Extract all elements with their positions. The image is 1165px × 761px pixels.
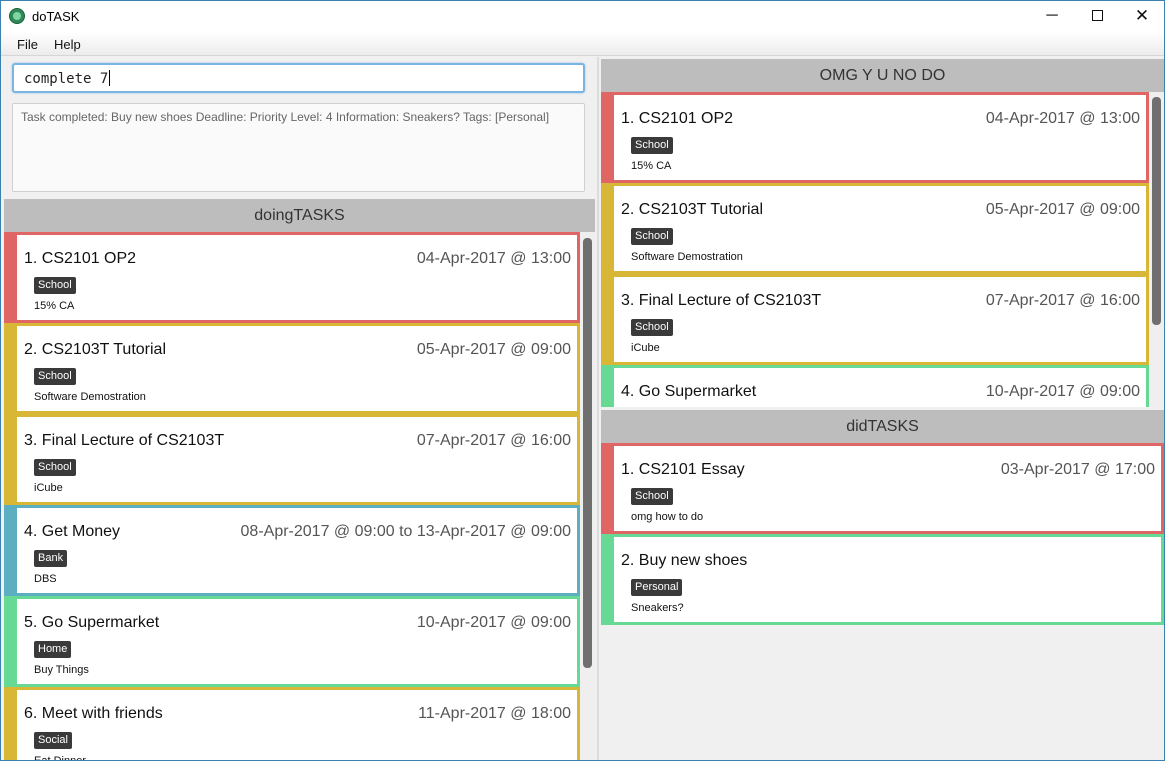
result-text: Task completed: Buy new shoes Deadline: … [21,110,550,124]
task-date: 04-Apr-2017 @ 13:00 [985,110,1140,127]
task-info: 15% CA [631,160,672,172]
task-date: 07-Apr-2017 @ 16:00 [985,292,1140,309]
task-date: 05-Apr-2017 @ 09:00 [416,341,571,358]
task-tag: Social [34,732,72,749]
maximize-button[interactable] [1074,1,1120,32]
app-logo-icon [9,8,25,24]
task-card[interactable]: 6. Meet with friends 11-Apr-2017 @ 18:00 S… [4,687,580,761]
overdue-tasks-scroll-thumb[interactable] [1152,97,1161,325]
task-title: 3. Final Lecture of CS2103T [621,292,822,309]
task-tag: School [34,459,76,476]
overdue-tasks-list[interactable]: 1. CS2101 OP2 04-Apr-2017 @ 13:00 School 15… [601,92,1149,407]
menu-help[interactable]: Help [54,37,81,52]
task-title: 1. CS2101 OP2 [24,250,137,267]
task-tag: School [631,488,673,505]
doing-tasks-header: doingTASKS [4,199,595,232]
task-card[interactable]: 2. Buy new shoes Personal Sneakers? [601,534,1164,625]
task-info: iCube [631,342,660,354]
minimize-button[interactable]: ─ [1029,1,1075,32]
task-title: 4. Go Supermarket [621,383,757,400]
task-info: Software Demostration [34,391,146,403]
menu-file[interactable]: File [17,37,38,52]
task-info: 15% CA [34,300,75,312]
app-window: doTASK ─ ✕ File Help complete 7 Task com… [0,0,1165,761]
task-info: DBS [34,573,57,585]
task-card[interactable]: 5. Go Supermarket 10-Apr-2017 @ 09:00 Home… [4,596,580,687]
maximize-icon [1091,10,1103,22]
task-date: 08-Apr-2017 @ 09:00 to 13-Apr-2017 @ 09:… [240,523,571,540]
task-title: 3. Final Lecture of CS2103T [24,432,225,449]
task-title: 5. Go Supermarket [24,614,160,631]
task-info: Sneakers? [631,602,684,614]
did-tasks-list[interactable]: 1. CS2101 Essay 03-Apr-2017 @ 17:00 School… [601,443,1164,760]
task-card[interactable]: 1. CS2101 OP2 04-Apr-2017 @ 13:00 School 15… [4,232,580,323]
doing-tasks-list[interactable]: 1. CS2101 OP2 04-Apr-2017 @ 13:00 School 15… [4,232,580,761]
task-date: 11-Apr-2017 @ 18:00 [418,705,571,722]
task-date: 10-Apr-2017 @ 09:00 [416,614,571,631]
task-tag: School [34,277,76,294]
task-title: 2. CS2103T Tutorial [24,341,167,358]
task-card[interactable]: 3. Final Lecture of CS2103T 07-Apr-2017 @… [601,274,1149,365]
task-tag: School [631,137,673,154]
close-button[interactable]: ✕ [1119,1,1164,32]
task-title: 2. Buy new shoes [621,552,748,569]
task-tag: Bank [34,550,68,567]
task-tag: Personal [631,579,683,596]
task-card[interactable]: 1. CS2101 OP2 04-Apr-2017 @ 13:00 School 15… [601,92,1149,183]
overdue-tasks-header: OMG Y U NO DO [601,59,1164,92]
title-bar: doTASK ─ ✕ [1,1,1164,32]
task-title: 1. CS2101 Essay [621,461,745,478]
task-info: Software Demostration [631,251,743,263]
command-value: complete 7 [24,71,109,87]
task-title: 4. Get Money [24,523,121,540]
task-tag: School [631,319,673,336]
task-tag: School [34,368,76,385]
task-info: Buy Things [34,664,89,676]
command-input[interactable]: complete 7 [12,63,585,93]
task-date: 10-Apr-2017 @ 09:00 [985,383,1140,400]
did-tasks-header: didTASKS [601,410,1164,443]
doing-tasks-scroll-thumb[interactable] [583,238,592,668]
task-date: 05-Apr-2017 @ 09:00 [985,201,1140,218]
task-title: 2. CS2103T Tutorial [621,201,764,218]
task-date: 04-Apr-2017 @ 13:00 [416,250,571,267]
result-display: Task completed: Buy new shoes Deadline: … [12,103,585,192]
task-tag: School [631,228,673,245]
menu-bar: File Help [1,32,1164,56]
task-card[interactable]: 2. CS2103T Tutorial 05-Apr-2017 @ 09:00 Sc… [601,183,1149,274]
window-title: doTASK [32,9,80,24]
task-card[interactable]: 3. Final Lecture of CS2103T 07-Apr-2017 @… [4,414,580,505]
task-title: 1. CS2101 OP2 [621,110,734,127]
text-cursor [109,70,111,86]
task-card[interactable]: 4. Get Money 08-Apr-2017 @ 09:00 to 13-Ap… [4,505,580,596]
task-tag: Home [34,641,72,658]
task-card[interactable]: 1. CS2101 Essay 03-Apr-2017 @ 17:00 School… [601,443,1164,534]
task-info: Eat Dinner [34,755,86,761]
task-info: omg how to do [631,511,704,523]
task-card[interactable]: 4. Go Supermarket10-Apr-2017 @ 09:00Home… [601,365,1149,407]
task-date: 03-Apr-2017 @ 17:00 [1000,461,1155,478]
task-info: iCube [34,482,63,494]
task-card[interactable]: 2. CS2103T Tutorial 05-Apr-2017 @ 09:00 Sc… [4,323,580,414]
task-date: 07-Apr-2017 @ 16:00 [416,432,571,449]
command-input-text: complete 7 [24,70,111,87]
task-title: 6. Meet with friends [24,705,163,722]
panel-divider[interactable] [597,57,599,760]
